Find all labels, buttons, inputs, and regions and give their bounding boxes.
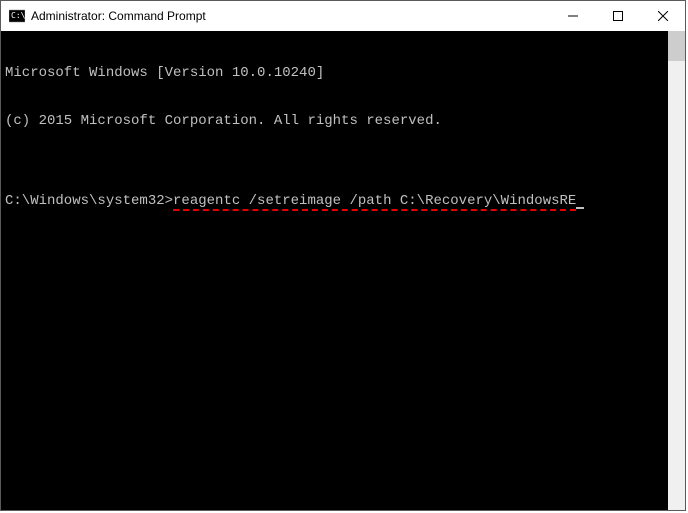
- prompt-path: C:\Windows\system32>: [5, 193, 173, 209]
- maximize-button[interactable]: [595, 1, 640, 31]
- prompt-line: C:\Windows\system32>reagentc /setreimage…: [5, 193, 664, 210]
- copyright-line: (c) 2015 Microsoft Corporation. All righ…: [5, 113, 664, 129]
- terminal-area: Microsoft Windows [Version 10.0.10240] (…: [1, 31, 685, 510]
- close-button[interactable]: [640, 1, 685, 31]
- command-prompt-window: C:\ Administrator: Command Prompt Micros…: [0, 0, 686, 511]
- titlebar[interactable]: C:\ Administrator: Command Prompt: [1, 1, 685, 31]
- svg-text:C:\: C:\: [11, 11, 25, 20]
- version-line: Microsoft Windows [Version 10.0.10240]: [5, 65, 664, 81]
- minimize-button[interactable]: [550, 1, 595, 31]
- window-title: Administrator: Command Prompt: [31, 9, 550, 23]
- vertical-scrollbar[interactable]: [668, 31, 685, 510]
- app-icon: C:\: [9, 8, 25, 24]
- window-controls: [550, 1, 685, 31]
- cursor-icon: [576, 207, 584, 209]
- scroll-thumb[interactable]: [668, 31, 685, 61]
- terminal-output[interactable]: Microsoft Windows [Version 10.0.10240] (…: [1, 31, 668, 510]
- typed-command: reagentc /setreimage /path C:\Recovery\W…: [173, 193, 576, 211]
